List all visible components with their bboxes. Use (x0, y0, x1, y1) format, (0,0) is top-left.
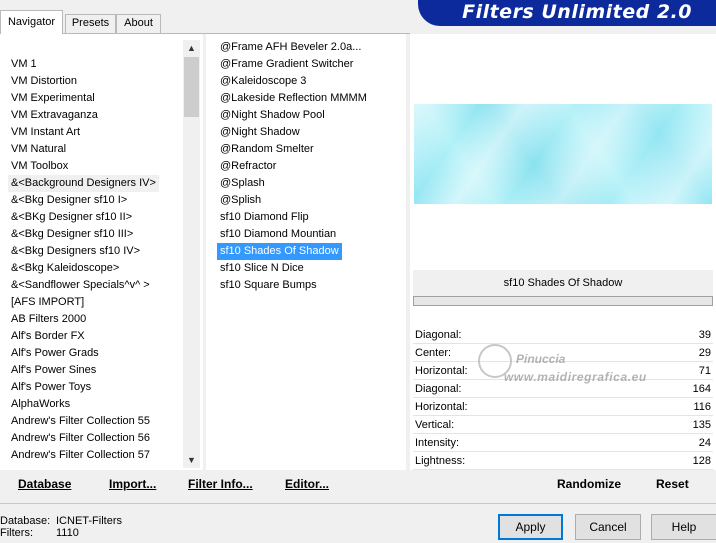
param-value[interactable]: 39 (699, 326, 711, 344)
preview-image (414, 104, 712, 204)
category-item[interactable]: VM 1 (8, 56, 40, 73)
filter-item[interactable]: @Random Smelter (217, 141, 317, 158)
category-item[interactable]: Alf's Border FX (8, 328, 88, 345)
database-button[interactable]: Database (18, 477, 71, 491)
app-title: Filters Unlimited 2.0 (462, 1, 692, 23)
filter-item[interactable]: sf10 Diamond Mountian (217, 226, 339, 243)
param-value[interactable]: 128 (693, 452, 711, 470)
param-label: Horizontal: (415, 401, 468, 413)
reset-button[interactable]: Reset (656, 477, 689, 491)
category-item[interactable]: Alf's Power Grads (8, 345, 102, 362)
param-row[interactable]: Intensity: 24 (413, 434, 713, 452)
category-item[interactable]: &<Bkg Designers sf10 IV> (8, 243, 143, 260)
param-label: Diagonal: (415, 383, 462, 395)
param-row[interactable]: Horizontal: 116 (413, 398, 713, 416)
param-row[interactable]: Center: 29 (413, 344, 713, 362)
tab-presets[interactable]: Presets (65, 14, 116, 33)
param-label: Lightness: (415, 455, 466, 467)
filter-item[interactable]: sf10 Diamond Flip (217, 209, 312, 226)
database-toolbar: Database Import... Filter Info... Editor… (0, 473, 410, 499)
filters-count-value: 1110 (56, 527, 79, 539)
filter-list-panel: @Frame AFH Beveler 2.0a... @Frame Gradien… (206, 34, 406, 470)
parameter-toolbar: Randomize Reset (413, 473, 716, 499)
cancel-button[interactable]: Cancel (575, 514, 641, 540)
category-item[interactable]: &<Bkg Designer sf10 I> (8, 192, 130, 209)
category-list-panel: VM 1 VM Distortion VM Experimental VM Extra… (0, 34, 203, 470)
category-list[interactable]: VM 1 VM Distortion VM Experimental VM Extra… (0, 34, 203, 470)
category-item[interactable]: VM Natural (8, 141, 69, 158)
param-row[interactable]: Diagonal: 164 (413, 380, 713, 398)
param-value[interactable]: 164 (693, 380, 711, 398)
param-label: Intensity: (415, 437, 460, 449)
param-value[interactable]: 116 (693, 398, 711, 416)
category-item[interactable]: VM Experimental (8, 90, 98, 107)
filter-item[interactable]: @Refractor (217, 158, 279, 175)
param-label: Vertical: (415, 419, 455, 431)
progress-bar (413, 296, 713, 306)
filter-item[interactable]: @Frame Gradient Switcher (217, 56, 356, 73)
tab-navigator[interactable]: Navigator (0, 10, 63, 34)
tab-about[interactable]: About (116, 14, 161, 33)
preview-panel: sf10 Shades Of Shadow Lightness: 128 Inten… (410, 34, 716, 470)
category-item[interactable]: &<Bkg Kaleidoscope> (8, 260, 122, 277)
category-item[interactable]: Andrew's Filter Collection 56 (8, 430, 153, 447)
filter-item[interactable]: sf10 Slice N Dice (217, 260, 307, 277)
param-row[interactable]: Horizontal: 71 (413, 362, 713, 380)
scroll-up-icon[interactable]: ▲ (183, 40, 200, 56)
category-item[interactable]: Andrew's Filter Collection 57 (8, 447, 153, 464)
category-item-selected[interactable]: &<Background Designers IV> (8, 175, 159, 192)
filter-item[interactable]: @Night Shadow (217, 124, 303, 141)
category-item[interactable]: VM Instant Art (8, 124, 83, 141)
category-item[interactable]: Andrew's Filter Collection 55 (8, 413, 153, 430)
status-divider (0, 503, 716, 504)
category-item[interactable]: AB Filters 2000 (8, 311, 89, 328)
param-value[interactable]: 29 (699, 344, 711, 362)
param-value[interactable]: 71 (699, 362, 711, 380)
param-value[interactable]: 135 (693, 416, 711, 434)
param-label: Diagonal: (415, 329, 462, 341)
filter-item[interactable]: @Night Shadow Pool (217, 107, 328, 124)
randomize-button[interactable]: Randomize (557, 477, 621, 491)
tab-bar: Navigator Presets About (0, 0, 420, 34)
scroll-thumb[interactable] (184, 57, 199, 117)
help-button[interactable]: Help (651, 514, 716, 540)
param-row[interactable]: Vertical: 135 (413, 416, 713, 434)
scroll-down-icon[interactable]: ▼ (183, 452, 200, 468)
import-button[interactable]: Import... (109, 477, 156, 491)
category-item[interactable]: Alf's Power Sines (8, 362, 99, 379)
filter-item[interactable]: @Lakeside Reflection MMMM (217, 90, 370, 107)
filter-list[interactable]: @Frame AFH Beveler 2.0a... @Frame Gradien… (206, 34, 406, 470)
param-row[interactable]: Diagonal: 39 (413, 326, 713, 344)
category-item[interactable]: Alf's Power Toys (8, 379, 94, 396)
filter-item-selected[interactable]: sf10 Shades Of Shadow (217, 243, 342, 260)
database-value: ICNET-Filters (56, 515, 122, 527)
category-item[interactable]: VM Extravaganza (8, 107, 101, 124)
filter-item[interactable]: @Kaleidoscope 3 (217, 73, 309, 90)
filter-item[interactable]: sf10 Square Bumps (217, 277, 320, 294)
database-label: Database: (0, 515, 51, 527)
apply-button[interactable]: Apply (498, 514, 563, 540)
filter-item[interactable]: @Splash (217, 175, 268, 192)
param-label: Center: (415, 347, 452, 359)
filter-item[interactable]: @Frame AFH Beveler 2.0a... (217, 39, 364, 56)
param-label: Horizontal: (415, 365, 468, 377)
editor-button[interactable]: Editor... (285, 477, 329, 491)
filter-info-button[interactable]: Filter Info... (188, 477, 253, 491)
filters-count-label: Filters: (0, 527, 33, 539)
param-row[interactable]: Lightness: 128 (413, 452, 713, 470)
filter-item[interactable]: @Splish (217, 192, 264, 209)
category-item[interactable]: &<Bkg Designer sf10 III> (8, 226, 136, 243)
category-item[interactable]: AlphaWorks (8, 396, 73, 413)
category-item[interactable]: VM Toolbox (8, 158, 71, 175)
category-scrollbar[interactable]: ▲ ▼ (183, 40, 200, 468)
filter-name-display: sf10 Shades Of Shadow (413, 270, 713, 296)
parameter-list: Lightness: 128 Intensity: 24 Vertical: 135 Hor… (413, 326, 713, 470)
param-value[interactable]: 24 (699, 434, 711, 452)
category-item[interactable]: &<Sandflower Specials^v^ > (8, 277, 153, 294)
category-item[interactable]: &<BKg Designer sf10 II> (8, 209, 135, 226)
app-banner: Filters Unlimited 2.0 (418, 0, 716, 26)
category-item[interactable]: VM Distortion (8, 73, 80, 90)
category-item[interactable]: [AFS IMPORT] (8, 294, 87, 311)
